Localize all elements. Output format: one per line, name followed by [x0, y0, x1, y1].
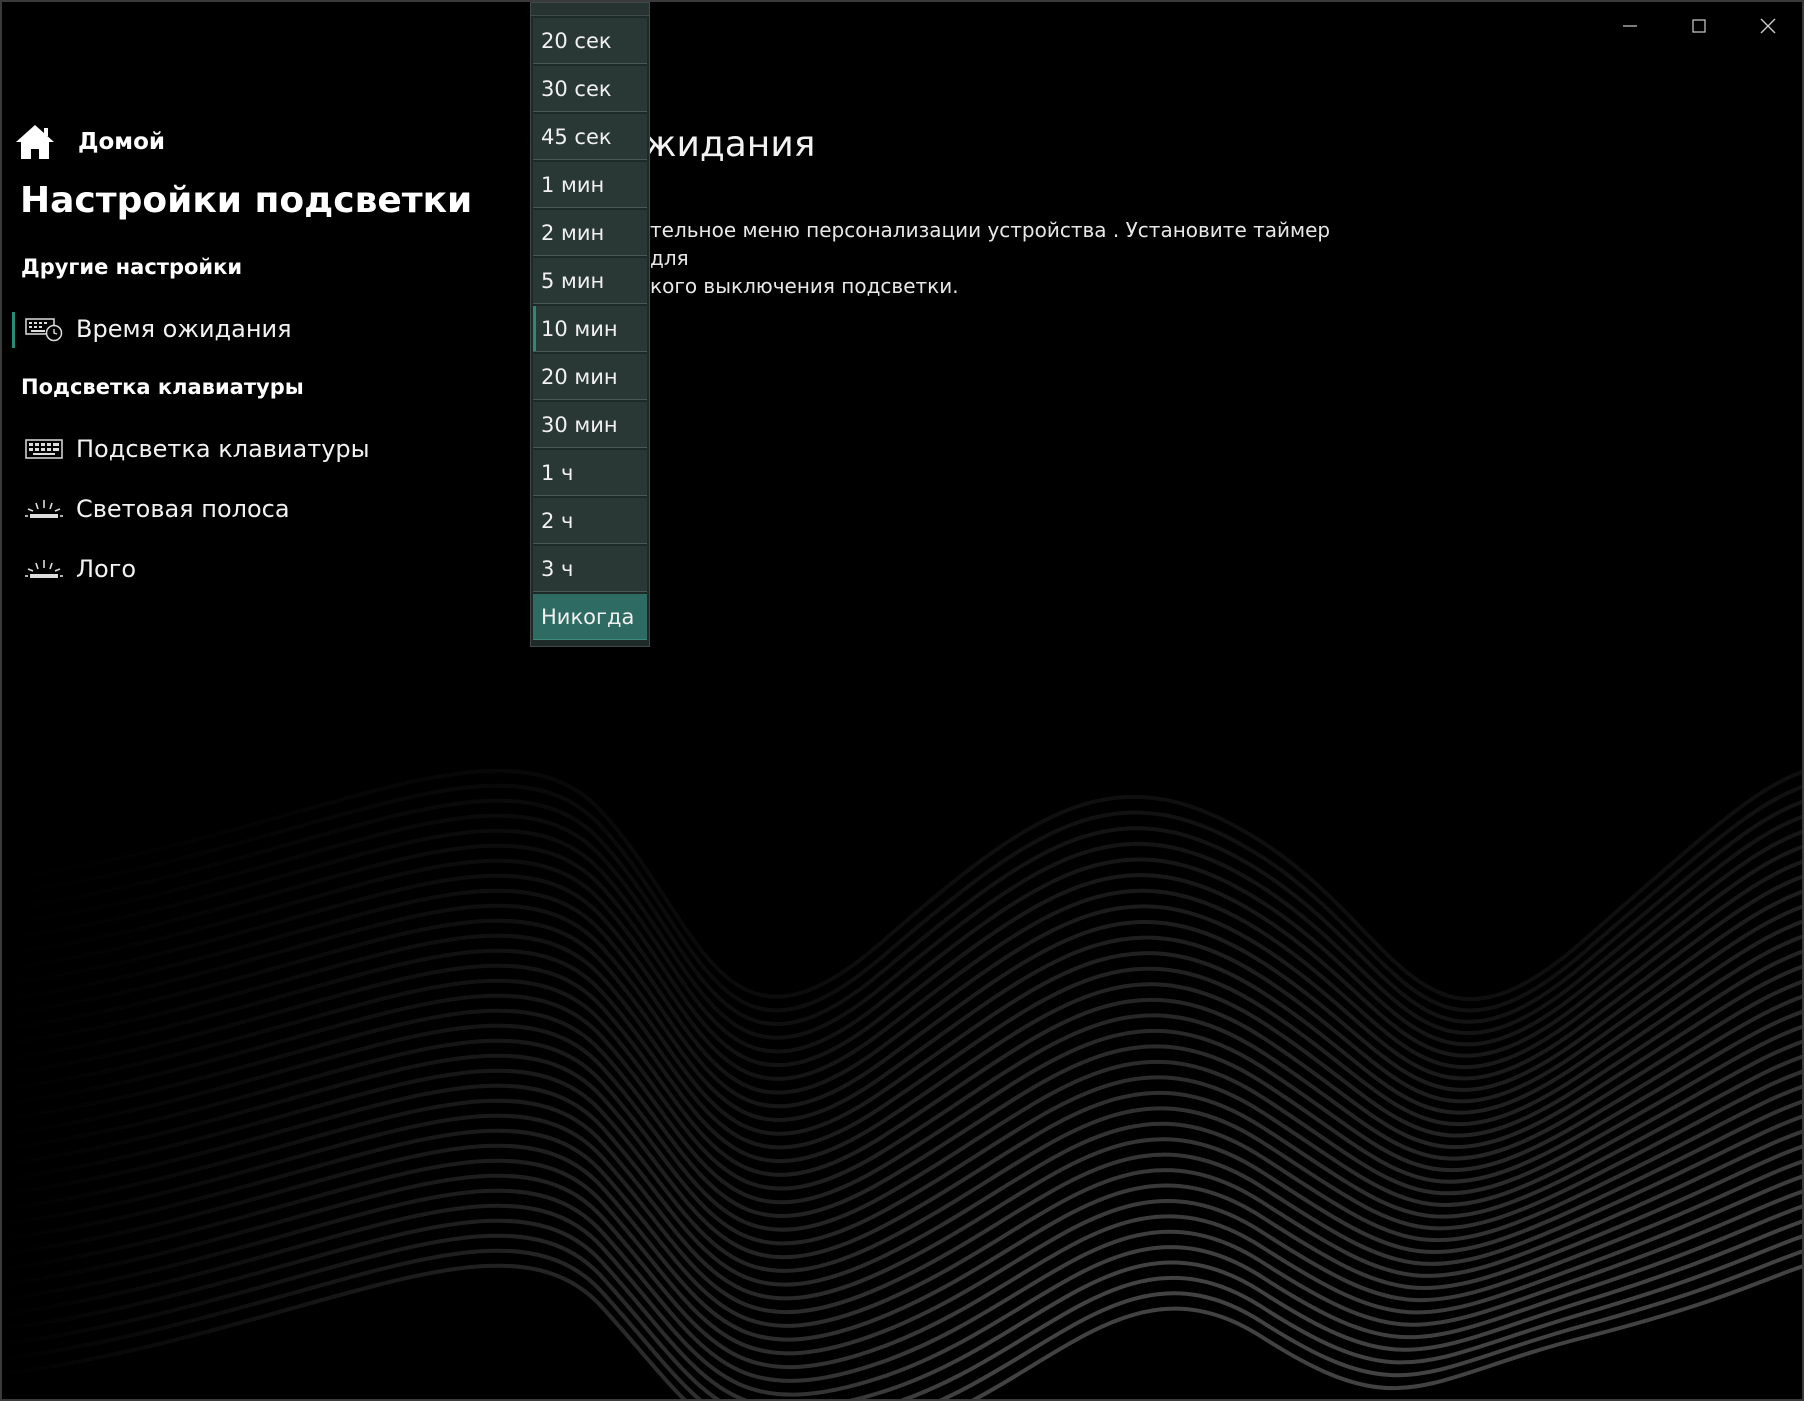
- close-icon: [1760, 18, 1776, 34]
- lightbar-icon: [24, 494, 64, 524]
- home-icon: [16, 125, 54, 159]
- maximize-button[interactable]: [1667, 2, 1731, 50]
- sidebar-item-logo[interactable]: Лого: [12, 544, 462, 594]
- sidebar-item-timeout[interactable]: Время ожидания: [12, 304, 462, 354]
- keyboard-timer-icon: [24, 314, 64, 344]
- sidebar-item-label: Время ожидания: [76, 315, 292, 343]
- dropdown-option[interactable]: 20 мин: [533, 354, 647, 400]
- minimize-icon: [1623, 25, 1637, 27]
- dropdown-option[interactable]: 1 мин: [533, 162, 647, 208]
- dropdown-option[interactable]: 30 сек: [533, 66, 647, 112]
- sidebar-item-label: Подсветка клавиатуры: [76, 435, 370, 463]
- dropdown-option[interactable]: 2 мин: [533, 210, 647, 256]
- logo-light-icon: [24, 554, 64, 584]
- sidebar-item-lightbar[interactable]: Световая полоса: [12, 484, 462, 534]
- close-button[interactable]: [1736, 2, 1800, 50]
- dropdown-option[interactable]: 3 ч: [533, 546, 647, 592]
- dropdown-option[interactable]: 20 сек: [533, 18, 647, 64]
- dropdown-scroll-top: [531, 3, 649, 16]
- section-keyboard-backlight: Подсветка клавиатуры: [21, 375, 304, 399]
- keyboard-icon: [24, 434, 64, 464]
- description-line: кого выключения подсветки.: [650, 274, 959, 298]
- sidebar-item-label: Лого: [76, 555, 137, 583]
- page-title: Настройки подсветки: [20, 180, 473, 221]
- app-window: Домой Настройки подсветки Другие настрой…: [0, 0, 1804, 1401]
- section-other-settings: Другие настройки: [21, 255, 243, 279]
- sidebar-item-label: Световая полоса: [76, 495, 290, 523]
- dropdown-option[interactable]: 45 сек: [533, 114, 647, 160]
- minimize-button[interactable]: [1598, 2, 1662, 50]
- maximize-icon: [1692, 19, 1706, 33]
- dropdown-option[interactable]: 30 мин: [533, 402, 647, 448]
- content-title: ожидания: [622, 124, 816, 165]
- description-line: тельное меню персонализации устройства .…: [650, 218, 1331, 270]
- dropdown-option[interactable]: Никогда: [533, 594, 647, 640]
- dropdown-option[interactable]: 10 мин: [533, 306, 647, 352]
- dropdown-option[interactable]: 1 ч: [533, 450, 647, 496]
- home-label: Домой: [78, 129, 166, 155]
- home-nav-button[interactable]: Домой: [14, 120, 165, 164]
- content-description: тельное меню персонализации устройства .…: [530, 216, 1350, 300]
- timeout-dropdown-list[interactable]: 20 сек 30 сек 45 сек 1 мин 2 мин 5 мин 10 мин 2…: [530, 2, 650, 647]
- dropdown-options: 20 сек 30 сек 45 сек 1 мин 2 мин 5 мин 10 мин 2…: [531, 18, 649, 640]
- dropdown-option[interactable]: 5 мин: [533, 258, 647, 304]
- sidebar-item-keyboard-backlight[interactable]: Подсветка клавиатуры: [12, 424, 462, 474]
- dropdown-option[interactable]: 2 ч: [533, 498, 647, 544]
